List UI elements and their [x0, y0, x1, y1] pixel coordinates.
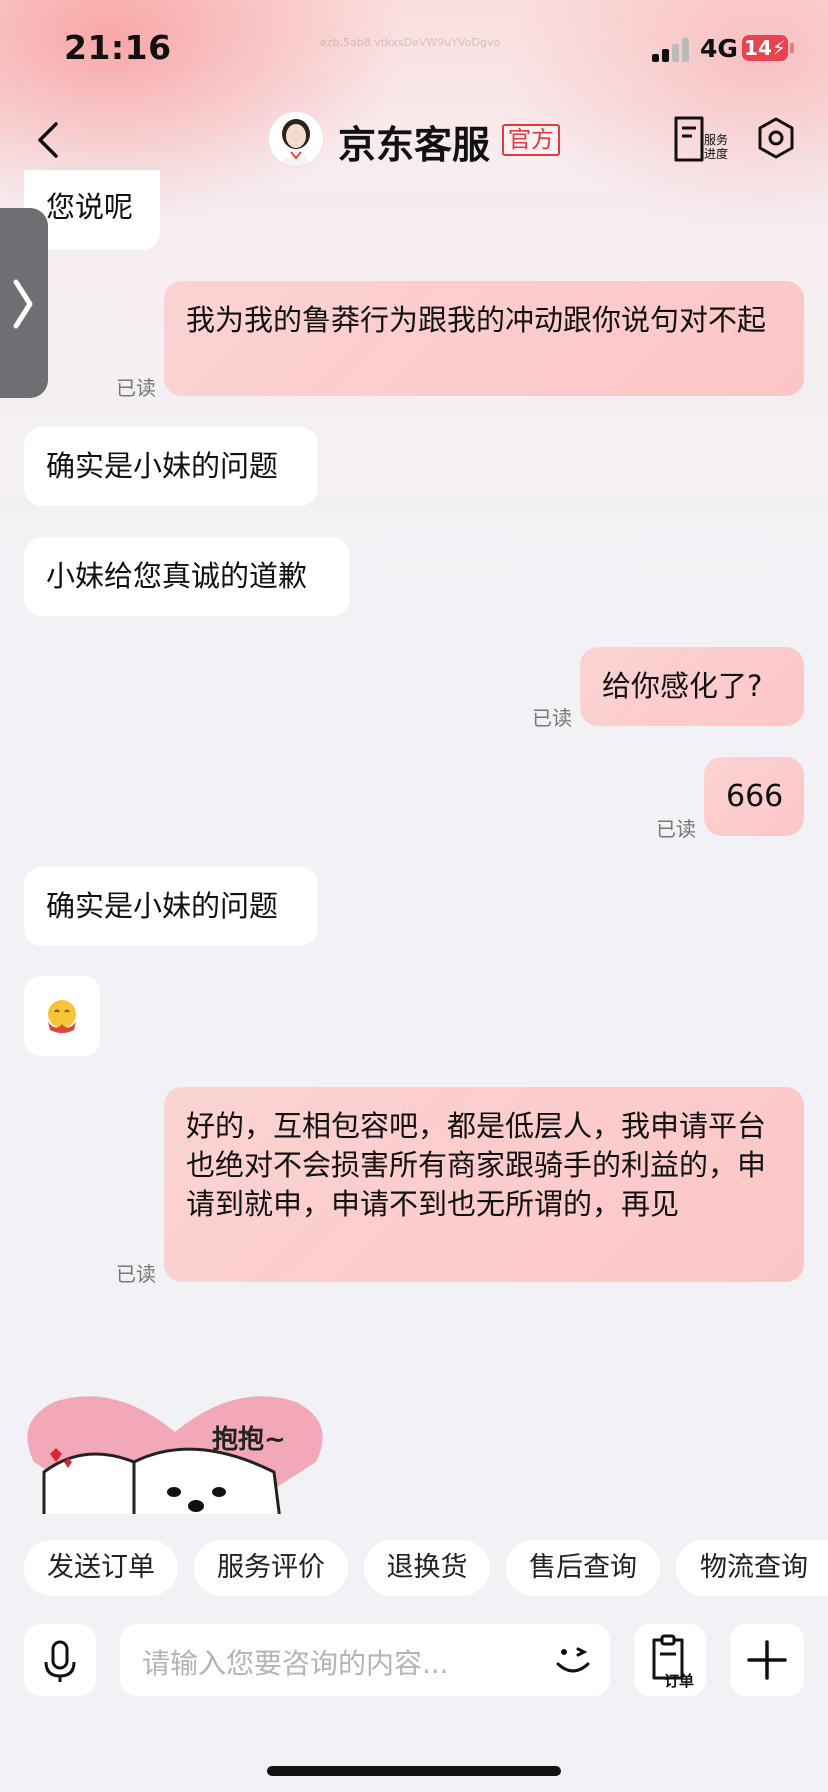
- voice-button[interactable]: [24, 1624, 96, 1696]
- incoming-message: 确实是小妹的问题: [24, 427, 318, 506]
- side-expand-tab[interactable]: [0, 208, 48, 398]
- battery-tip: [790, 43, 794, 53]
- quick-reply-aftersale-query[interactable]: 售后查询: [506, 1540, 660, 1596]
- read-receipt: 已读: [532, 706, 572, 730]
- service-label-top: 服务: [704, 132, 728, 147]
- outgoing-message: 666: [704, 757, 804, 836]
- signal-icon: [652, 38, 692, 62]
- quick-reply-send-order[interactable]: 发送订单: [24, 1540, 178, 1596]
- message-text: 您说呢: [46, 190, 134, 224]
- message-text: 666: [726, 779, 784, 814]
- microphone-icon: [44, 1640, 76, 1682]
- message-text: 给你感化了?: [602, 669, 763, 703]
- outgoing-message: 给你感化了?: [580, 647, 804, 726]
- chevron-right-icon: [13, 279, 33, 329]
- quick-reply-label: 售后查询: [529, 1552, 637, 1583]
- home-indicator[interactable]: [267, 1766, 561, 1776]
- message-text: 好的，互相包容吧，都是低层人，我申请平台也绝对不会损害所有商家跟骑手的利益的，申…: [186, 1109, 767, 1221]
- battery-icon: 14⚡: [742, 35, 788, 61]
- message-text: 我为我的鲁莽行为跟我的冲动跟你说句对不起: [186, 303, 767, 337]
- sticker-text: 抱抱~: [212, 1425, 286, 1455]
- read-receipt: 已读: [116, 376, 156, 400]
- incoming-message: 确实是小妹的问题: [24, 867, 318, 946]
- order-button[interactable]: 订单: [634, 1624, 706, 1696]
- message-text: 确实是小妹的问题: [46, 449, 279, 483]
- status-time: 21:16: [64, 28, 172, 67]
- plus-icon: [747, 1640, 787, 1680]
- read-receipt: 已读: [116, 1262, 156, 1286]
- settings-icon[interactable]: [754, 116, 798, 160]
- message-text: 小妹给您真诚的道歉: [46, 559, 308, 593]
- message-text: 确实是小妹的问题: [46, 889, 279, 923]
- sticker-message: 抱抱~: [24, 1392, 326, 1514]
- hugging-emoji-icon: [48, 1000, 76, 1033]
- quick-reply-service-review[interactable]: 服务评价: [194, 1540, 348, 1596]
- incoming-message: 小妹给您真诚的道歉: [24, 537, 350, 616]
- outgoing-message: 我为我的鲁莽行为跟我的冲动跟你说句对不起: [164, 281, 804, 396]
- input-placeholder: 请输入您要咨询的内容...: [142, 1647, 449, 1680]
- more-button[interactable]: [730, 1624, 804, 1696]
- status-bar: 21:16 ezb.5ab8.vtkxsDeVW9uYVoDgvo 4G 14⚡: [0, 0, 828, 100]
- emoji-message: [24, 976, 100, 1056]
- nav-bar: 京东客服 官方 服务 进度: [0, 100, 828, 180]
- service-progress-icon[interactable]: 服务 进度: [672, 114, 728, 164]
- read-receipt: 已读: [656, 817, 696, 841]
- hug-sticker-image: 抱抱~: [27, 1396, 323, 1514]
- network-type: 4G: [700, 34, 738, 63]
- quick-reply-return-exchange[interactable]: 退换货: [364, 1540, 490, 1596]
- emoji-wink-icon[interactable]: [552, 1640, 594, 1680]
- agent-avatar[interactable]: [268, 111, 324, 167]
- service-label-bottom: 进度: [704, 146, 728, 161]
- back-arrow-icon[interactable]: [30, 120, 70, 160]
- outgoing-message: 好的，互相包容吧，都是低层人，我申请平台也绝对不会损害所有商家跟骑手的利益的，申…: [164, 1087, 804, 1282]
- message-input[interactable]: 请输入您要咨询的内容...: [120, 1624, 610, 1696]
- page-title: 京东客服: [338, 123, 491, 167]
- quick-reply-label: 服务评价: [217, 1552, 325, 1583]
- quick-reply-logistics-query[interactable]: 物流查询: [676, 1540, 828, 1596]
- quick-reply-label: 物流查询: [700, 1552, 808, 1583]
- battery-level: 14: [744, 36, 772, 60]
- avatar-illustration: [269, 112, 323, 166]
- watermark: ezb.5ab8.vtkxsDeVW9uYVoDgvo: [320, 36, 501, 49]
- quick-reply-label: 退换货: [386, 1552, 468, 1583]
- order-label: 订单: [664, 1672, 694, 1690]
- quick-reply-label: 发送订单: [47, 1552, 155, 1583]
- official-badge: 官方: [502, 124, 560, 156]
- order-clipboard-icon: 订单: [652, 1634, 694, 1690]
